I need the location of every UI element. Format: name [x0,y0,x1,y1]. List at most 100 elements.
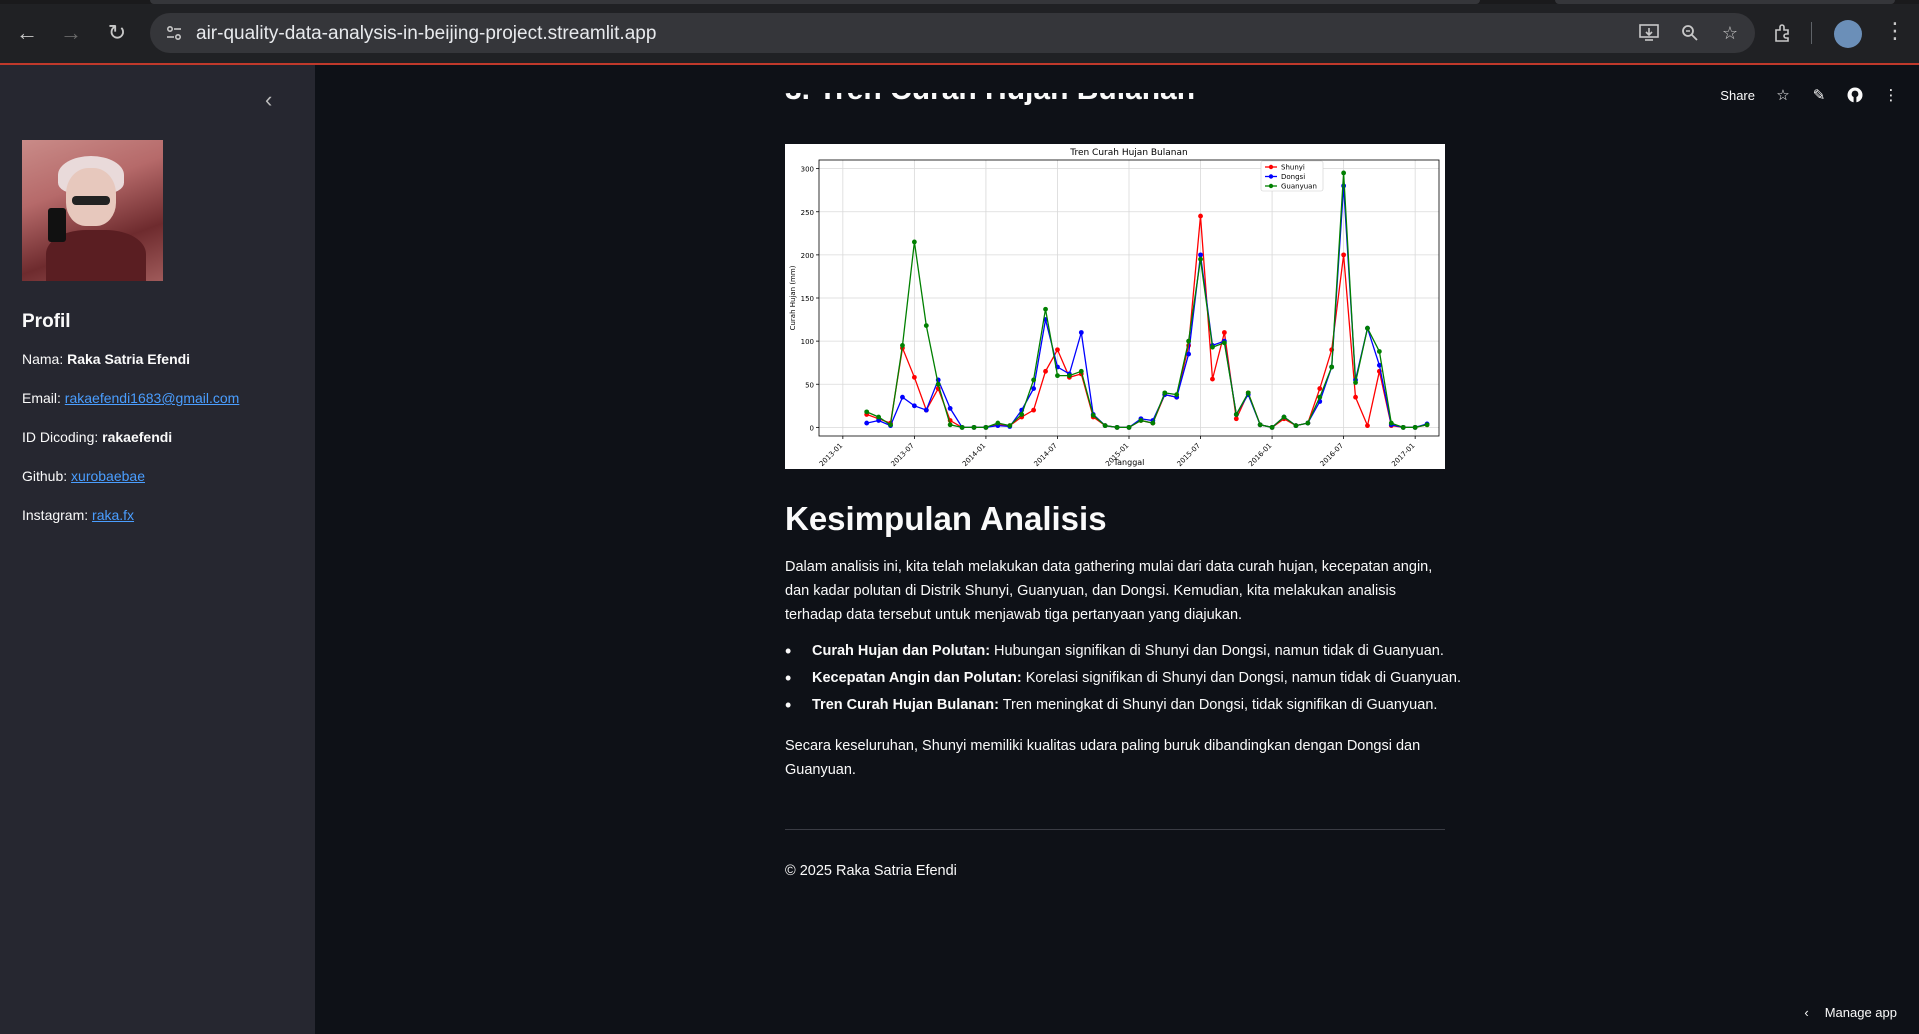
data-point-guanyuan [1138,418,1144,423]
manage-app-button[interactable]: ‹ Manage app [1804,1005,1897,1020]
legend-label: Shunyi [1281,164,1305,172]
x-axis-label: Tanggal [1113,458,1145,467]
edit-icon[interactable]: ✎ [1811,87,1827,104]
profile-avatar[interactable] [1834,20,1862,48]
data-point-guanyuan [1090,412,1096,418]
series-line-dongsi [866,185,1428,429]
data-point-guanyuan [876,414,882,420]
y-tick-label: 200 [801,252,814,260]
legend-marker [1268,164,1274,170]
data-point-guanyuan [1031,377,1037,383]
url-text[interactable]: air-quality-data-analysis-in-beijing-pro… [196,23,656,45]
data-point-guanyuan [900,343,905,348]
bookmark-star-icon[interactable]: ☆ [1718,21,1742,45]
app-toolbar: Share ☆ ✎ ⋮ [1720,87,1899,104]
sidebar: ‹ Profil Nama: Raka Satria Efendi Email:… [0,65,315,1034]
y-tick-label: 250 [801,209,814,217]
data-point-guanyuan [1174,392,1180,397]
data-point-shunyi [1198,213,1203,219]
data-point-guanyuan [947,422,953,428]
site-info-icon[interactable] [162,21,186,45]
data-point-shunyi [1031,407,1037,413]
y-tick-label: 300 [801,166,814,174]
data-point-guanyuan [1221,340,1227,346]
github-link[interactable]: xurobaebae [71,468,145,484]
data-point-guanyuan [1400,424,1406,430]
instagram-link[interactable]: raka.fx [92,507,134,523]
x-tick-label: 2015-07 [1176,442,1202,468]
collapse-sidebar-button[interactable]: ‹ [265,89,285,111]
rainfall-chart-svg: Tren Curah Hujan Bulanan 0 50 100 150 200 250… [789,148,1440,468]
data-point-dongsi [1186,351,1192,357]
y-tick-label: 0 [810,424,814,432]
profile-instagram: Instagram: raka.fx [22,507,135,523]
data-point-guanyuan [864,409,870,415]
x-tick-label: 2014-01 [961,442,987,468]
data-point-guanyuan [1186,338,1192,344]
data-point-guanyuan [971,424,977,430]
arrow-right-icon: → [60,20,82,45]
data-point-dongsi [864,420,870,426]
install-app-icon[interactable] [1637,21,1661,45]
browser-menu-icon[interactable]: ⋮ [1884,18,1906,44]
reload-button[interactable]: ↻ [104,20,130,46]
y-tick-label: 50 [805,381,814,389]
data-point-guanyuan [1150,420,1156,426]
conclusion-intro: Dalam analisis ini, kita telah melakukan… [785,559,1433,623]
data-point-shunyi [1365,423,1370,429]
x-tick-label: 2014-07 [1033,442,1059,468]
y-tick-label: 100 [801,338,814,346]
data-point-guanyuan [1281,414,1287,420]
x-tick-label: 2016-01 [1247,442,1273,468]
data-point-guanyuan [911,239,917,245]
data-point-guanyuan [1198,256,1203,262]
share-button[interactable]: Share [1720,88,1755,103]
data-point-shunyi [1317,386,1323,391]
data-point-guanyuan [1317,394,1323,400]
data-point-guanyuan [1269,424,1275,430]
star-icon[interactable]: ☆ [1775,87,1791,104]
more-options-icon[interactable]: ⋮ [1883,87,1899,104]
conclusion-closing: Secara keseluruhan, Shunyi memiliki kual… [785,738,1421,778]
series-line-guanyuan [866,172,1428,429]
profile-github: Github: xurobaebae [22,468,145,484]
legend-label: Guanyuan [1281,183,1317,191]
data-point-guanyuan [1412,424,1418,430]
data-point-guanyuan [1293,423,1299,429]
tab-strip [0,0,1919,4]
data-point-guanyuan [1210,344,1215,350]
data-point-guanyuan [1102,423,1108,429]
profile-name: Nama: Raka Satria Efendi [22,351,191,367]
data-point-dongsi [1198,252,1203,258]
address-bar[interactable]: air-quality-data-analysis-in-beijing-pro… [150,13,1755,53]
y-tick-label: 150 [801,295,814,303]
x-tick-label: 2013-07 [889,442,915,468]
email-link[interactable]: rakaefendi1683@gmail.com [65,390,240,406]
github-icon[interactable] [1847,87,1863,103]
data-point-guanyuan [1365,325,1370,331]
data-point-shunyi [1353,394,1358,400]
data-point-guanyuan [1078,368,1084,374]
data-point-guanyuan [1329,364,1335,370]
data-point-guanyuan [1305,420,1311,426]
chart-grid [819,160,1439,436]
chart-title: Tren Curah Hujan Bulanan [1069,148,1187,158]
data-point-guanyuan [1257,422,1263,428]
chart-legend: ShunyiDongsi Guanyuan [1260,160,1324,192]
data-point-dongsi [1078,330,1084,335]
legend-label: Dongsi [1281,173,1305,181]
list-item: Curah Hujan dan Polutan: Hubungan signif… [785,638,1465,665]
browser-chrome: ← → ↻ air-quality-data-analysis-in-beiji… [0,0,1919,65]
data-point-guanyuan [1114,424,1120,430]
data-point-dongsi [900,394,905,400]
extensions-icon[interactable] [1770,20,1796,46]
x-tick-label: 2013-01 [818,442,844,468]
data-point-shunyi [1055,347,1060,353]
back-button[interactable]: ← [14,20,40,46]
zoom-icon[interactable] [1678,21,1702,45]
legend-marker [1268,183,1274,189]
forward-button[interactable]: → [58,20,84,46]
data-point-guanyuan [995,420,1001,426]
data-point-dongsi [923,407,929,413]
manage-app-label: Manage app [1824,1005,1897,1020]
